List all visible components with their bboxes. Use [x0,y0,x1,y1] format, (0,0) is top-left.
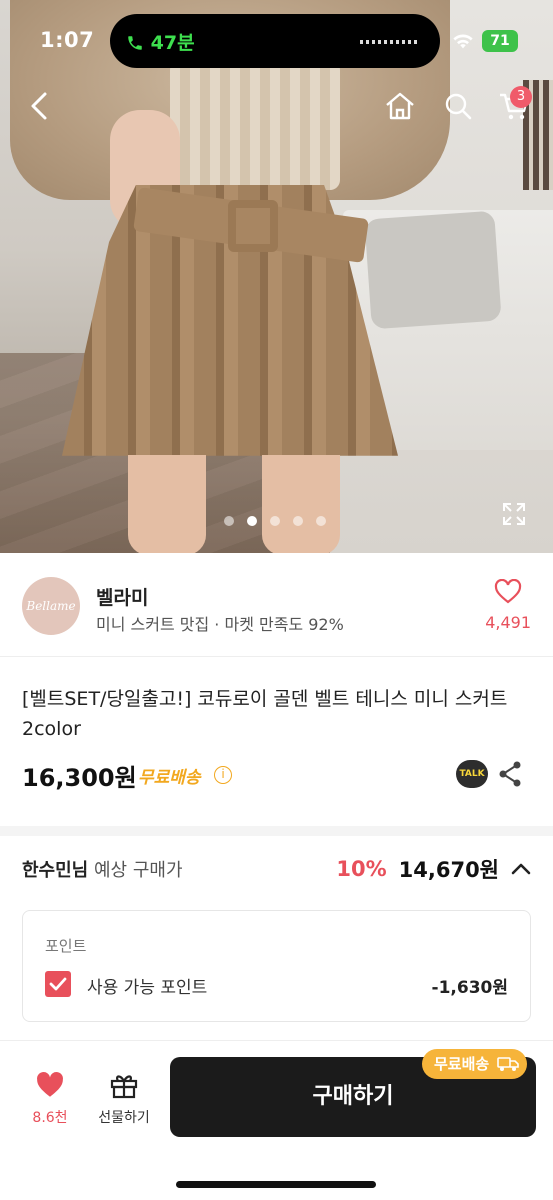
model-leg [262,455,340,553]
status-time: 1:07 [40,28,95,52]
search-icon [445,93,472,120]
home-icon [386,92,414,120]
product-title: [벨트SET/당일출고!] 코듀로이 골덴 벨트 테니스 미니 스커트 2col… [22,688,508,740]
member-price-toggle[interactable]: 10% 14,670원 [336,854,531,884]
cart-count-badge: 3 [510,86,532,108]
phone-icon [128,36,142,50]
heart-filled-icon [37,1072,63,1097]
share-icon[interactable] [497,760,523,788]
back-button[interactable] [20,86,60,126]
waveform-icon [360,40,420,44]
points-checkbox[interactable] [45,971,71,997]
points-box: 포인트 사용 가능 포인트 -1,630원 [22,910,531,1022]
gallery-dot[interactable] [293,516,303,526]
heart-outline-icon [494,578,522,604]
product-price: 16,300원 [22,764,137,792]
gallery-pagination [224,516,326,526]
bottom-action-bar: 8.6천 선물하기 구매하기 무료배송 [0,1040,553,1200]
model-belt-buckle [228,200,278,252]
seller-subtitle: 미니 스커트 맛집 · 마켓 만족도 92% [96,615,344,634]
background-pillow [364,210,502,330]
seller-like-count: 4,491 [485,613,531,632]
seller-like-button[interactable]: 4,491 [485,578,531,632]
call-duration-text: 47분 [150,32,195,54]
discount-percent: 10% [336,857,387,881]
checkmark-icon [49,977,67,991]
member-name: 한수민님 [22,860,89,881]
like-count: 8.6천 [32,1110,68,1126]
wifi-icon [453,34,473,49]
free-shipping-label: 무료배송 [138,768,201,788]
expand-icon[interactable] [500,500,528,528]
gallery-dot[interactable] [224,516,234,526]
search-button[interactable] [438,86,478,126]
member-price-value: 14,670원 [398,858,499,882]
chevron-left-icon [31,92,47,120]
gift-button[interactable]: 선물하기 [92,1071,156,1127]
seller-section[interactable]: Bellame 벨라미 미니 스커트 맛집 · 마켓 만족도 92% 4,491 [0,553,553,657]
gift-label: 선물하기 [98,1110,150,1126]
info-icon[interactable]: i [214,766,232,784]
points-title: 포인트 [45,937,87,955]
gallery-dot[interactable] [316,516,326,526]
seller-name[interactable]: 벨라미 [96,583,148,610]
free-shipping-tag: 무료배송 [422,1049,528,1079]
gallery-dot[interactable] [270,516,280,526]
member-price-label: 한수민님 예상 구매가 [22,856,183,882]
model-leg [128,455,206,553]
truck-icon [497,1057,520,1071]
points-value: -1,630원 [431,978,508,998]
free-shipping-tag-text: 무료배송 [434,1055,490,1073]
chevron-up-icon [511,863,531,875]
dynamic-island[interactable]: 47분 [110,14,440,68]
seller-logo[interactable]: Bellame [22,577,80,635]
status-bar: 1:07 47분 71 [0,12,553,72]
gallery-dot-active[interactable] [247,516,257,526]
points-label: 사용 가능 포인트 [87,978,208,998]
like-button[interactable]: 8.6천 [22,1071,78,1127]
battery-indicator: 71 [482,30,518,52]
gift-icon [110,1075,138,1099]
home-button[interactable] [380,86,420,126]
home-indicator[interactable] [176,1181,376,1188]
member-price-caption: 예상 구매가 [93,860,183,881]
call-duration: 47분 [126,28,195,55]
kakaotalk-button[interactable]: TALK [456,760,488,788]
product-image[interactable] [0,0,553,553]
section-divider [0,826,553,836]
model-knit-top [170,60,340,190]
